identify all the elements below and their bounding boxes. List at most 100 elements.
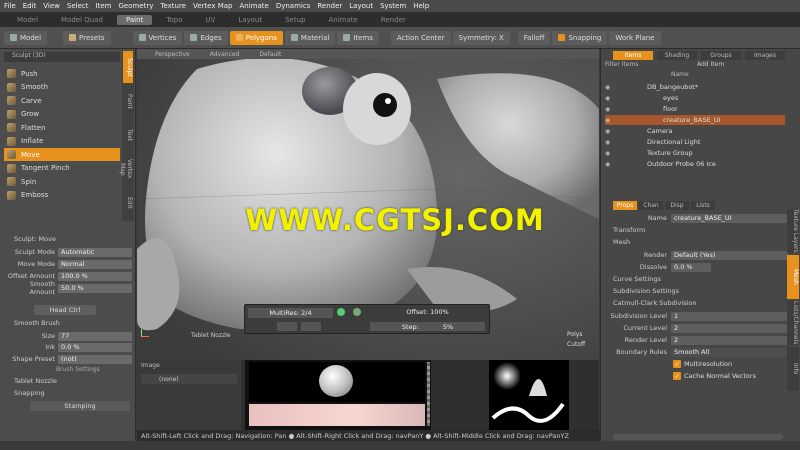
tool-push[interactable]: Push [4, 67, 120, 80]
tool-tangent-pinch[interactable]: Tangent Pinch [4, 162, 120, 175]
image-list-item[interactable]: (none) [141, 374, 237, 384]
filter-items[interactable]: Filter items [605, 61, 673, 69]
eye-icon[interactable]: ◉ [605, 95, 615, 102]
menu-animate[interactable]: Animate [239, 2, 268, 10]
symmetry-dropdown[interactable]: Symmetry: X [452, 30, 510, 45]
multires-step-field[interactable]: Step: 5% [370, 322, 485, 331]
eye-icon[interactable]: ◉ [605, 106, 615, 113]
viewport-default[interactable]: Default [259, 51, 281, 58]
tab-model[interactable]: Model [8, 15, 47, 25]
model-button[interactable]: Model [4, 30, 48, 45]
cache-normals-checkbox[interactable]: ✓ Cache Normal Vectors [673, 372, 756, 380]
material-button[interactable]: Material [284, 30, 336, 45]
vtab-texture-layers[interactable]: Texture Layers [787, 209, 799, 253]
tree-item[interactable]: ◉ Outdoor Probe 06 Ice [605, 159, 785, 169]
vtab-mesh[interactable]: Mesh [787, 255, 799, 299]
color-gradient-swatch[interactable] [249, 404, 425, 426]
menu-help[interactable]: Help [413, 2, 429, 10]
tree-item[interactable]: ◉ eyes [605, 93, 785, 103]
tool-flatten[interactable]: Flatten [4, 121, 120, 134]
menu-select[interactable]: Select [67, 2, 89, 10]
render-row[interactable]: Render Default (Yes) [603, 250, 788, 260]
multires-prev-button[interactable] [277, 322, 297, 331]
brush-ink[interactable]: Ink 0.0 % [4, 342, 132, 352]
action-center-dropdown[interactable]: Action Center [390, 30, 451, 45]
property-scrollbar[interactable] [613, 434, 783, 440]
vtab-edit[interactable]: Edit [123, 187, 133, 219]
tree-item[interactable]: ◉ creature_BASE_UI [605, 115, 785, 125]
menu-item[interactable]: Item [96, 2, 112, 10]
item-name-row[interactable]: Name creature_BASE_UI [603, 213, 788, 223]
menu-system[interactable]: System [380, 2, 406, 10]
prop-tab-lists[interactable]: Lists [691, 201, 715, 210]
tool-carve[interactable]: Carve [4, 94, 120, 107]
presets-button[interactable]: Presets [63, 30, 111, 45]
menu-geometry[interactable]: Geometry [118, 2, 153, 10]
menu-vertex-map[interactable]: Vertex Map [193, 2, 233, 10]
menu-dynamics[interactable]: Dynamics [276, 2, 311, 10]
tree-item[interactable]: ◉ Directional Light [605, 137, 785, 147]
prop-sculpt-mode[interactable]: Sculpt Mode Automatic [4, 247, 132, 257]
menu-view[interactable]: View [43, 2, 60, 10]
tool-emboss[interactable]: Emboss [4, 189, 120, 202]
subdiv-render-level[interactable]: Render Level 2 [603, 335, 788, 345]
work-plane-dropdown[interactable]: Work Plane [609, 30, 661, 45]
eye-icon[interactable]: ◉ [605, 128, 615, 135]
tab-topo[interactable]: Topo [157, 15, 191, 25]
tab-uv[interactable]: UV [196, 15, 224, 25]
brush-size[interactable]: Size 77 [4, 331, 132, 341]
menu-render[interactable]: Render [317, 2, 342, 10]
vtab-info[interactable]: Info [787, 347, 799, 391]
tab-groups[interactable]: Groups [701, 51, 741, 60]
menu-edit[interactable]: Edit [23, 2, 37, 10]
tree-item[interactable]: ◉ Camera [605, 126, 785, 136]
eye-icon[interactable]: ◉ [605, 161, 615, 168]
eye-icon[interactable]: ◉ [605, 150, 615, 157]
viewport-advanced[interactable]: Advanced [210, 51, 240, 58]
tree-item[interactable]: ◉ Texture Group [605, 148, 785, 158]
tool-spin[interactable]: Spin [4, 175, 120, 188]
tab-animate[interactable]: Animate [319, 15, 366, 25]
tab-items[interactable]: Items [613, 51, 653, 60]
vtab-sculpt[interactable]: Sculpt [123, 51, 133, 83]
tab-render[interactable]: Render [372, 15, 415, 25]
multires-up-icon[interactable] [337, 308, 345, 316]
vertices-button[interactable]: Vertices [132, 30, 183, 45]
falloff-dropdown[interactable]: Falloff [517, 30, 551, 45]
curve-settings-section[interactable]: Curve Settings [613, 275, 661, 283]
prop-tab-disp[interactable]: Disp [665, 201, 689, 210]
eye-icon[interactable]: ◉ [605, 139, 615, 146]
tool-inflate[interactable]: Inflate [4, 135, 120, 148]
menu-file[interactable]: File [4, 2, 16, 10]
head-ctrl-button[interactable]: Head Ctrl [34, 305, 96, 315]
prop-tab-chan[interactable]: Chan [639, 201, 663, 210]
vtab-text[interactable]: Text [123, 119, 133, 151]
tab-model-quad[interactable]: Model Quad [52, 15, 112, 25]
tree-item[interactable]: ◉ DB_bangeubot* [605, 82, 785, 92]
boundary-rules-row[interactable]: Boundary Rules Smooth All [603, 347, 788, 357]
add-item-dropdown[interactable]: Add Item [697, 61, 757, 69]
items-button[interactable]: Items [337, 30, 379, 45]
viewport-perspective[interactable]: Perspective [155, 51, 190, 58]
multiresolution-checkbox[interactable]: ✓ Multiresolution [673, 360, 732, 368]
transform-section[interactable]: Transform [613, 226, 645, 234]
vtab-vertex-map[interactable]: Vertex Map [119, 153, 133, 185]
prop-tab-props[interactable]: Props [613, 201, 637, 210]
stamping-dropdown[interactable]: Stamping [30, 401, 130, 411]
tab-layout[interactable]: Layout [229, 15, 271, 25]
tool-move[interactable]: Move [4, 148, 120, 161]
subdiv-subdivision-level[interactable]: Subdivision Level 1 [603, 311, 788, 321]
tool-smooth[interactable]: Smooth [4, 81, 120, 94]
tree-item[interactable]: ◉ floor [605, 104, 785, 114]
shape-preset-row[interactable]: Shape Preset (not) [4, 354, 132, 364]
vtab-lists-channels[interactable]: Lists/Channels [787, 301, 799, 345]
mesh-section[interactable]: Mesh [613, 238, 630, 246]
subdivision-settings-section[interactable]: Subdivision Settings [613, 287, 679, 295]
subdiv-current-level[interactable]: Current Level 2 [603, 323, 788, 333]
tab-paint[interactable]: Paint [116, 15, 153, 25]
edges-button[interactable]: Edges [184, 30, 228, 45]
menu-layout[interactable]: Layout [349, 2, 373, 10]
dissolve-row[interactable]: Dissolve 0.0 % [603, 262, 788, 272]
multires-next-button[interactable] [301, 322, 321, 331]
prop-smooth-amount[interactable]: Smooth Amount 50.0 % [4, 280, 132, 296]
